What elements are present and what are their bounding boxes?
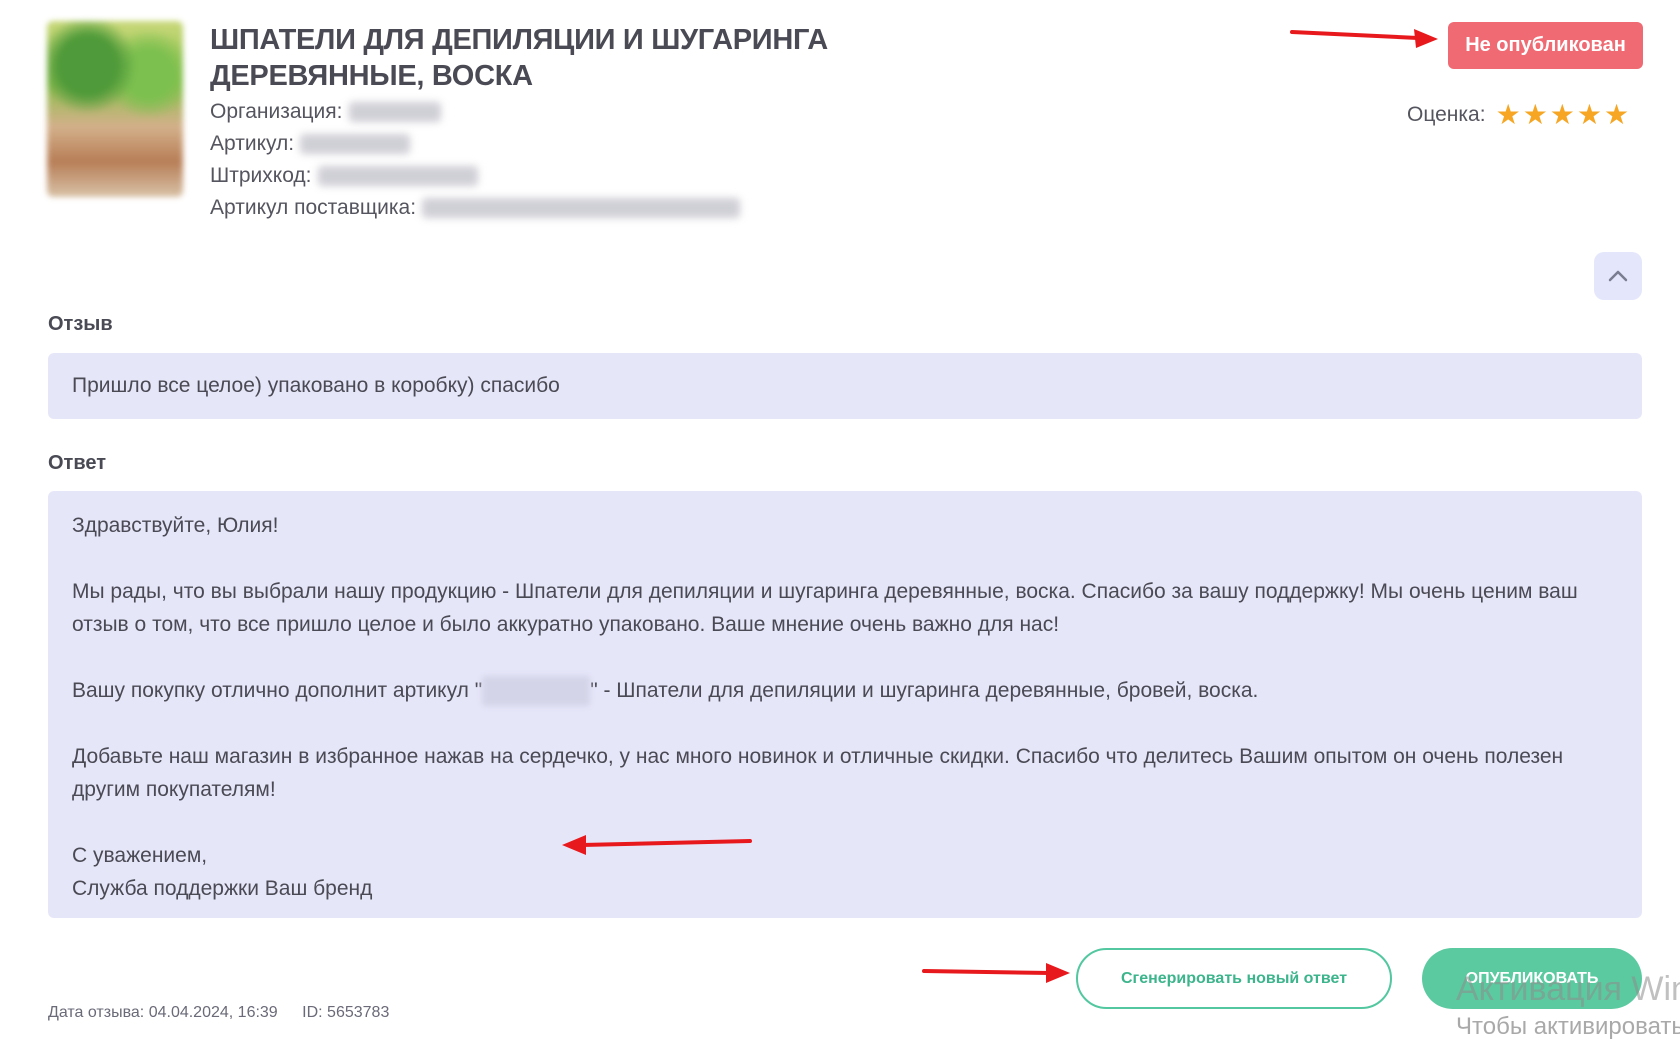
article-row: Артикул: xyxy=(210,129,411,159)
answer-paragraph-2: Вашу покупку отлично дополнит артикул " "… xyxy=(72,674,1618,707)
star-icon: ★ xyxy=(1604,99,1630,130)
answer-label: Ответ xyxy=(48,452,107,474)
product-title: ШПАТЕЛИ ДЛЯ ДЕПИЛЯЦИИ И ШУГАРИНГА ДЕРЕВЯ… xyxy=(210,24,828,92)
annotation-arrow-icon xyxy=(562,835,752,855)
windows-activation-watermark-subtitle: Чтобы активировать xyxy=(1456,1013,1680,1040)
review-label: Отзыв xyxy=(48,313,113,335)
review-text-box: Пришло все целое) упаковано в коробку) с… xyxy=(48,353,1642,419)
answer-closing: С уважением, xyxy=(72,844,208,867)
annotation-arrow-icon xyxy=(1290,29,1438,48)
barcode-row: Штрихкод: xyxy=(210,161,478,191)
review-date: Дата отзыва: 04.04.2024, 16:39 xyxy=(48,1004,278,1021)
answer-paragraph-2-start: Вашу покупку отлично дополнит артикул " xyxy=(72,679,483,702)
generate-new-answer-button[interactable]: Сгенерировать новый ответ xyxy=(1076,948,1392,1009)
organization-row: Организация: xyxy=(210,97,441,127)
answer-signature: Служба поддержки Ваш бренд xyxy=(72,877,373,900)
status-badge: Не опубликован xyxy=(1448,22,1643,69)
organization-value-redacted xyxy=(348,102,441,122)
review-id: ID: 5653783 xyxy=(302,1004,390,1021)
supplier-article-row: Артикул поставщика: xyxy=(210,193,741,223)
answer-paragraph-3: Добавьте наш магазин в избранное нажав н… xyxy=(72,745,1564,801)
windows-activation-watermark: Активация Win xyxy=(1456,970,1680,1008)
rating-stars: ★ ★ ★ ★ ★ xyxy=(1496,101,1630,129)
rating: Оценка: ★ ★ ★ ★ ★ xyxy=(1407,98,1629,132)
supplier-article-value-redacted xyxy=(422,198,741,218)
supplier-article-label: Артикул поставщика: xyxy=(210,196,417,219)
answer-textarea[interactable]: Здравствуйте, Юлия! Мы рады, что вы выбр… xyxy=(48,491,1642,918)
barcode-value-redacted xyxy=(317,166,478,186)
star-icon: ★ xyxy=(1549,99,1575,130)
star-icon: ★ xyxy=(1522,99,1548,130)
product-thumbnail[interactable] xyxy=(47,21,183,197)
collapse-button[interactable] xyxy=(1594,252,1642,300)
article-value-redacted xyxy=(300,134,411,154)
barcode-label: Штрихкод: xyxy=(210,164,312,187)
star-icon: ★ xyxy=(1495,99,1521,130)
recommended-article-redacted xyxy=(482,676,591,707)
answer-greeting: Здравствуйте, Юлия! xyxy=(72,514,279,537)
chevron-up-icon xyxy=(1608,270,1628,282)
annotation-arrow-icon xyxy=(922,963,1070,983)
rating-label: Оценка: xyxy=(1407,103,1486,126)
article-label: Артикул: xyxy=(210,132,295,155)
review-footer: Дата отзыва: 04.04.2024, 16:39 ID: 56537… xyxy=(48,1004,389,1022)
answer-paragraph-1: Мы рады, что вы выбрали нашу продукцию -… xyxy=(72,580,1578,636)
organization-label: Организация: xyxy=(210,100,343,123)
review-text: Пришло все целое) упаковано в коробку) с… xyxy=(72,374,560,397)
star-icon: ★ xyxy=(1576,99,1603,130)
answer-paragraph-2-end: " - Шпатели для депиляции и шугаринга де… xyxy=(590,679,1259,702)
